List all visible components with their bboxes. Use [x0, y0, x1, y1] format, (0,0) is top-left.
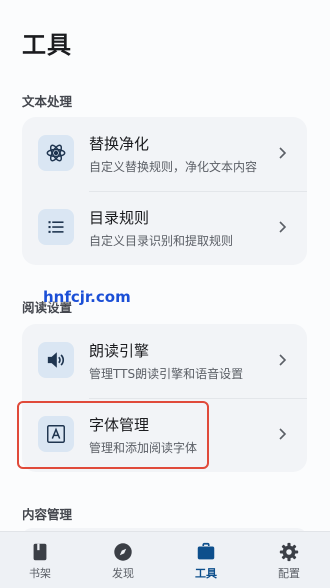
- tts-engine-item[interactable]: 朗读引擎 管理TTS朗读引擎和语音设置: [22, 324, 307, 398]
- item-description: 自定义目录识别和提取规则: [89, 234, 234, 248]
- gear-icon: [279, 542, 299, 562]
- atom-icon: [38, 135, 74, 171]
- item-description: 管理TTS朗读引擎和语音设置: [89, 367, 244, 381]
- nav-tools[interactable]: 工具: [176, 532, 236, 588]
- speaker-icon: [38, 342, 74, 378]
- section-title-text-processing: 文本处理: [22, 94, 73, 109]
- nav-label: 配置: [278, 567, 300, 580]
- text-processing-card: 替换净化 自定义替换规则，净化文本内容 目录规则 自定义目录识别和提取规则: [22, 117, 307, 265]
- item-title: 替换净化: [89, 135, 150, 153]
- item-description: 自定义替换规则，净化文本内容: [89, 160, 258, 174]
- highlight-box: [17, 401, 209, 469]
- compass-icon: [114, 543, 132, 561]
- chevron-right-icon: [279, 428, 287, 440]
- nav-label: 发现: [112, 567, 134, 580]
- nav-bookshelf[interactable]: 书架: [10, 532, 70, 588]
- page-title: 工具: [22, 31, 72, 59]
- bookshelf-icon: [33, 543, 47, 561]
- chevron-right-icon: [279, 354, 287, 366]
- nav-label: 工具: [195, 567, 217, 580]
- watermark: hnfcjr.com: [43, 288, 131, 306]
- item-title: 目录规则: [89, 209, 150, 227]
- item-title: 朗读引擎: [89, 342, 150, 360]
- bottom-nav: 书架 发现 工具 配置: [0, 531, 330, 588]
- nav-settings[interactable]: 配置: [259, 532, 319, 588]
- chevron-right-icon: [279, 147, 287, 159]
- nav-discover[interactable]: 发现: [93, 532, 153, 588]
- toc-rules-item[interactable]: 目录规则 自定义目录识别和提取规则: [22, 191, 307, 265]
- toolbox-icon: [197, 542, 215, 560]
- chevron-right-icon: [279, 221, 287, 233]
- list-icon: [38, 209, 74, 245]
- nav-label: 书架: [29, 567, 51, 580]
- replace-purify-item[interactable]: 替换净化 自定义替换规则，净化文本内容: [22, 117, 307, 191]
- section-title-content-management: 内容管理: [22, 507, 73, 522]
